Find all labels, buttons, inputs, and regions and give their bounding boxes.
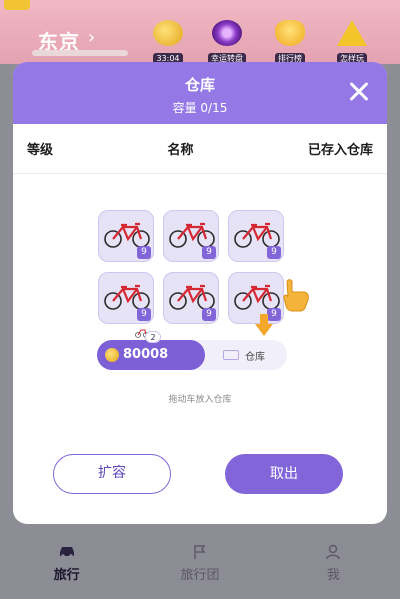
flag-icon — [133, 544, 266, 562]
level-badge: 9 — [202, 246, 216, 259]
modal-header: 仓库 容量 0/15 — [13, 62, 387, 124]
bicycle-icon — [104, 222, 150, 248]
warehouse-action-bar: 80008 2 仓库 — [97, 329, 287, 370]
coin-icon — [105, 348, 119, 362]
trophy-icon — [275, 20, 305, 46]
warehouse-icon — [223, 350, 239, 360]
coin-balance: 80008 — [123, 347, 169, 362]
bicycle-icon — [169, 284, 215, 310]
coin-balance-button[interactable]: 80008 — [97, 340, 205, 370]
count-badge: 2 — [145, 331, 161, 343]
level-badge: 9 — [137, 308, 151, 321]
expand-button[interactable]: 扩容 — [53, 454, 171, 494]
warehouse-label: 仓库 — [245, 352, 265, 363]
nav-item-me[interactable]: 我 — [267, 534, 400, 599]
nav-item-travel[interactable]: 旅行 — [0, 534, 133, 599]
level-badge: 9 — [267, 246, 281, 259]
warning-icon — [337, 20, 367, 46]
city-progress-bar — [32, 50, 128, 56]
bike-slot[interactable]: 9 — [98, 210, 154, 262]
car-icon — [0, 544, 133, 562]
corner-tag — [4, 0, 30, 10]
bicycle-icon — [169, 222, 215, 248]
lucky-wheel-button[interactable]: 幸运转盘 — [202, 20, 252, 65]
wheel-icon — [212, 20, 242, 46]
bottom-nav: 旅行 旅行团 我 — [0, 534, 400, 599]
arrow-down-icon — [255, 314, 273, 336]
level-badge: 9 — [202, 308, 216, 321]
warehouse-modal: 仓库 容量 0/15 等级 名称 已存入仓库 9 9 9 9 9 9 80008… — [13, 62, 387, 524]
bicycle-icon — [234, 284, 280, 310]
modal-title: 仓库 — [184, 76, 215, 94]
leaderboard-button[interactable]: 排行榜 — [265, 20, 315, 65]
nav-label-me: 我 — [326, 568, 340, 583]
bicycle-icon — [104, 284, 150, 310]
nav-label-travel: 旅行 — [53, 568, 80, 583]
nav-label-tour-group: 旅行团 — [180, 568, 220, 583]
column-headers: 等级 名称 已存入仓库 — [13, 124, 387, 174]
bike-slot[interactable]: 9 — [228, 210, 284, 262]
how-to-play-button[interactable]: 怎样玩 — [327, 20, 377, 65]
nav-item-tour-group[interactable]: 旅行团 — [133, 534, 266, 599]
chevron-right-icon: › — [88, 27, 96, 48]
capacity-text: 容量 0/15 — [172, 101, 228, 115]
bike-slot[interactable]: 9 — [163, 210, 219, 262]
column-stored: 已存入仓库 — [307, 143, 373, 158]
coin-timer-icon — [153, 20, 183, 46]
timer-coin-button[interactable]: 33:04 — [143, 20, 193, 65]
bicycle-icon — [234, 222, 280, 248]
drag-hint: 拖动车放入仓库 — [168, 395, 232, 405]
warehouse-drop-button[interactable]: 仓库 — [213, 340, 287, 370]
level-badge: 9 — [137, 246, 151, 259]
bike-slot[interactable]: 9 — [163, 272, 219, 324]
column-name: 名称 — [167, 143, 194, 158]
bike-slot[interactable]: 9 — [98, 272, 154, 324]
user-icon — [267, 544, 400, 562]
close-icon[interactable] — [345, 78, 373, 106]
take-out-button[interactable]: 取出 — [225, 454, 343, 494]
column-level: 等级 — [27, 143, 54, 158]
pointer-hand-icon — [283, 279, 309, 312]
